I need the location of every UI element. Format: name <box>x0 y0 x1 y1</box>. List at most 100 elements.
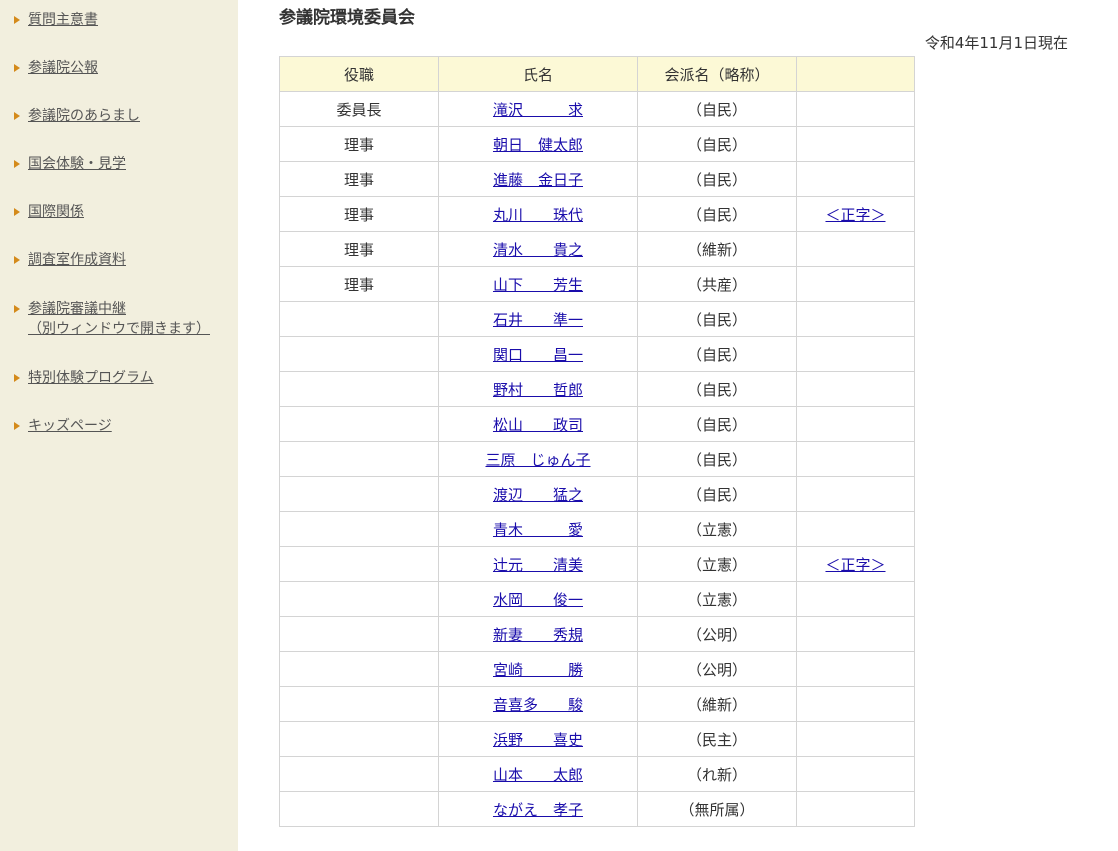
member-name-link[interactable]: 三原 じゅん子 <box>485 451 590 469</box>
member-name-cell: 清水 貴之 <box>438 231 638 267</box>
table-row: 野村 哲郎 （自民） <box>279 371 915 407</box>
sidebar-item-overview: 参議院のあらまし <box>14 106 140 126</box>
table-row: 浜野 喜史 （民主） <box>279 721 915 757</box>
member-role <box>279 371 439 407</box>
member-name-link[interactable]: 新妻 秀規 <box>493 626 583 644</box>
member-name-cell: 三原 じゅん子 <box>438 441 638 477</box>
member-name-cell: 新妻 秀規 <box>438 616 638 652</box>
member-name-cell: 青木 愛 <box>438 511 638 547</box>
member-name-cell: 滝沢 求 <box>438 91 638 127</box>
table-row: 理事 朝日 健太郎 （自民） <box>279 126 915 162</box>
member-role: 理事 <box>279 126 439 162</box>
sidebar-link-overview[interactable]: 参議院のあらまし <box>28 106 140 126</box>
sidebar-item-international: 国際関係 <box>14 202 84 222</box>
member-role <box>279 651 439 687</box>
member-note-cell <box>796 476 915 512</box>
sidebar-item-questions: 質問主意書 <box>14 10 98 30</box>
member-name-cell: 野村 哲郎 <box>438 371 638 407</box>
member-party: （れ新） <box>637 756 797 792</box>
member-name-link[interactable]: 清水 貴之 <box>493 241 583 259</box>
member-note-cell <box>796 686 915 722</box>
table-row: 委員長 滝沢 求 （自民） <box>279 91 915 127</box>
member-name-cell: 音喜多 駿 <box>438 686 638 722</box>
member-role: 理事 <box>279 196 439 232</box>
member-party: （民主） <box>637 721 797 757</box>
member-name-link[interactable]: ながえ 孝子 <box>493 801 583 819</box>
sidebar-link-questions[interactable]: 質問主意書 <box>28 10 98 30</box>
sidebar-link-tour[interactable]: 国会体験・見学 <box>28 154 126 174</box>
table-header-row: 役職 氏名 会派名（略称） <box>279 56 915 92</box>
member-name-link[interactable]: 山下 芳生 <box>493 276 583 294</box>
table-row: 山本 太郎 （れ新） <box>279 756 915 792</box>
member-role: 理事 <box>279 231 439 267</box>
member-name-cell: 進藤 金日子 <box>438 161 638 197</box>
sidebar-link-broadcast-sublabel: （別ウィンドウで開きます） <box>28 321 210 337</box>
member-note-cell <box>796 581 915 617</box>
table-row: 理事 山下 芳生 （共産） <box>279 266 915 302</box>
bullet-icon <box>14 305 20 313</box>
sidebar-link-program[interactable]: 特別体験プログラム <box>28 368 154 388</box>
table-row: 辻元 清美 （立憲） ＜正字＞ <box>279 546 915 582</box>
member-name-link[interactable]: 音喜多 駿 <box>493 696 583 714</box>
header-role: 役職 <box>279 56 439 92</box>
member-rows: 委員長 滝沢 求（自民） 理事 朝日 健太郎 （自民） 理事 進藤 金日子 （自民） 理事 丸川 … <box>279 91 915 827</box>
member-name-link[interactable]: 辻元 清美 <box>493 556 583 574</box>
member-name-link[interactable]: 松山 政司 <box>493 416 583 434</box>
header-name: 氏名 <box>438 56 638 92</box>
member-name-link[interactable]: 野村 哲郎 <box>493 381 583 399</box>
member-note-cell <box>796 791 915 827</box>
member-party: （公明） <box>637 616 797 652</box>
member-name-link[interactable]: 丸川 珠代 <box>493 206 583 224</box>
member-name-link[interactable]: 水岡 俊一 <box>493 591 583 609</box>
table-row: 水岡 俊一 （立憲） <box>279 581 915 617</box>
bullet-icon <box>14 374 20 382</box>
member-party: （自民） <box>637 371 797 407</box>
page-title: 参議院環境委員会 <box>279 8 415 28</box>
member-name-cell: 辻元 清美 <box>438 546 638 582</box>
member-name-cell: 浜野 喜史 <box>438 721 638 757</box>
member-role <box>279 441 439 477</box>
member-role <box>279 301 439 337</box>
member-party: （自民） <box>637 196 797 232</box>
sidebar-item-program: 特別体験プログラム <box>14 368 154 388</box>
member-name-link[interactable]: 関口 昌一 <box>493 346 583 364</box>
table-row: 音喜多 駿 （維新） <box>279 686 915 722</box>
member-name-link[interactable]: 青木 愛 <box>493 521 583 539</box>
correct-kanji-link[interactable]: ＜正字＞ <box>825 556 885 574</box>
member-role <box>279 406 439 442</box>
member-name-link[interactable]: 石井 準一 <box>493 311 583 329</box>
member-name-link[interactable]: 山本 太郎 <box>493 766 583 784</box>
table-row: 青木 愛 （立憲） <box>279 511 915 547</box>
member-name-cell: 松山 政司 <box>438 406 638 442</box>
table-row: 理事 進藤 金日子 （自民） <box>279 161 915 197</box>
member-party: （維新） <box>637 231 797 267</box>
member-name-link[interactable]: 進藤 金日子 <box>493 171 583 189</box>
sidebar-link-broadcast[interactable]: 参議院審議中継 （別ウィンドウで開きます） <box>28 299 210 339</box>
table-row: 宮崎 勝 （公明） <box>279 651 915 687</box>
sidebar-link-kids[interactable]: キッズページ <box>28 416 112 436</box>
member-name-link[interactable]: 朝日 健太郎 <box>493 136 583 154</box>
member-note-cell <box>796 616 915 652</box>
member-name-link[interactable]: 浜野 喜史 <box>493 731 583 749</box>
sidebar-link-broadcast-label: 参議院審議中継 <box>28 301 126 317</box>
member-name-cell: 丸川 珠代 <box>438 196 638 232</box>
member-note-cell <box>796 126 915 162</box>
member-name-link[interactable]: 宮崎 勝 <box>493 661 583 679</box>
member-name-link[interactable]: 渡辺 猛之 <box>493 486 583 504</box>
sidebar-link-gazette[interactable]: 参議院公報 <box>28 58 98 78</box>
sidebar: 質問主意書 参議院公報 参議院のあらまし 国会体験・見学 国際関係 調査室作成資… <box>0 0 238 851</box>
member-party: （維新） <box>637 686 797 722</box>
member-role <box>279 721 439 757</box>
header-note <box>796 56 915 92</box>
member-role: 委員長 <box>279 91 439 127</box>
bullet-icon <box>14 422 20 430</box>
sidebar-link-research[interactable]: 調査室作成資料 <box>28 250 126 270</box>
member-name-link[interactable]: 滝沢 求 <box>493 101 583 119</box>
sidebar-link-international[interactable]: 国際関係 <box>28 202 84 222</box>
sidebar-item-broadcast: 参議院審議中継 （別ウィンドウで開きます） <box>14 299 210 339</box>
member-party: （自民） <box>637 161 797 197</box>
table-row: 理事 丸川 珠代 （自民） ＜正字＞ <box>279 196 915 232</box>
sidebar-item-tour: 国会体験・見学 <box>14 154 126 174</box>
correct-kanji-link[interactable]: ＜正字＞ <box>825 206 885 224</box>
table-row: 関口 昌一 （自民） <box>279 336 915 372</box>
